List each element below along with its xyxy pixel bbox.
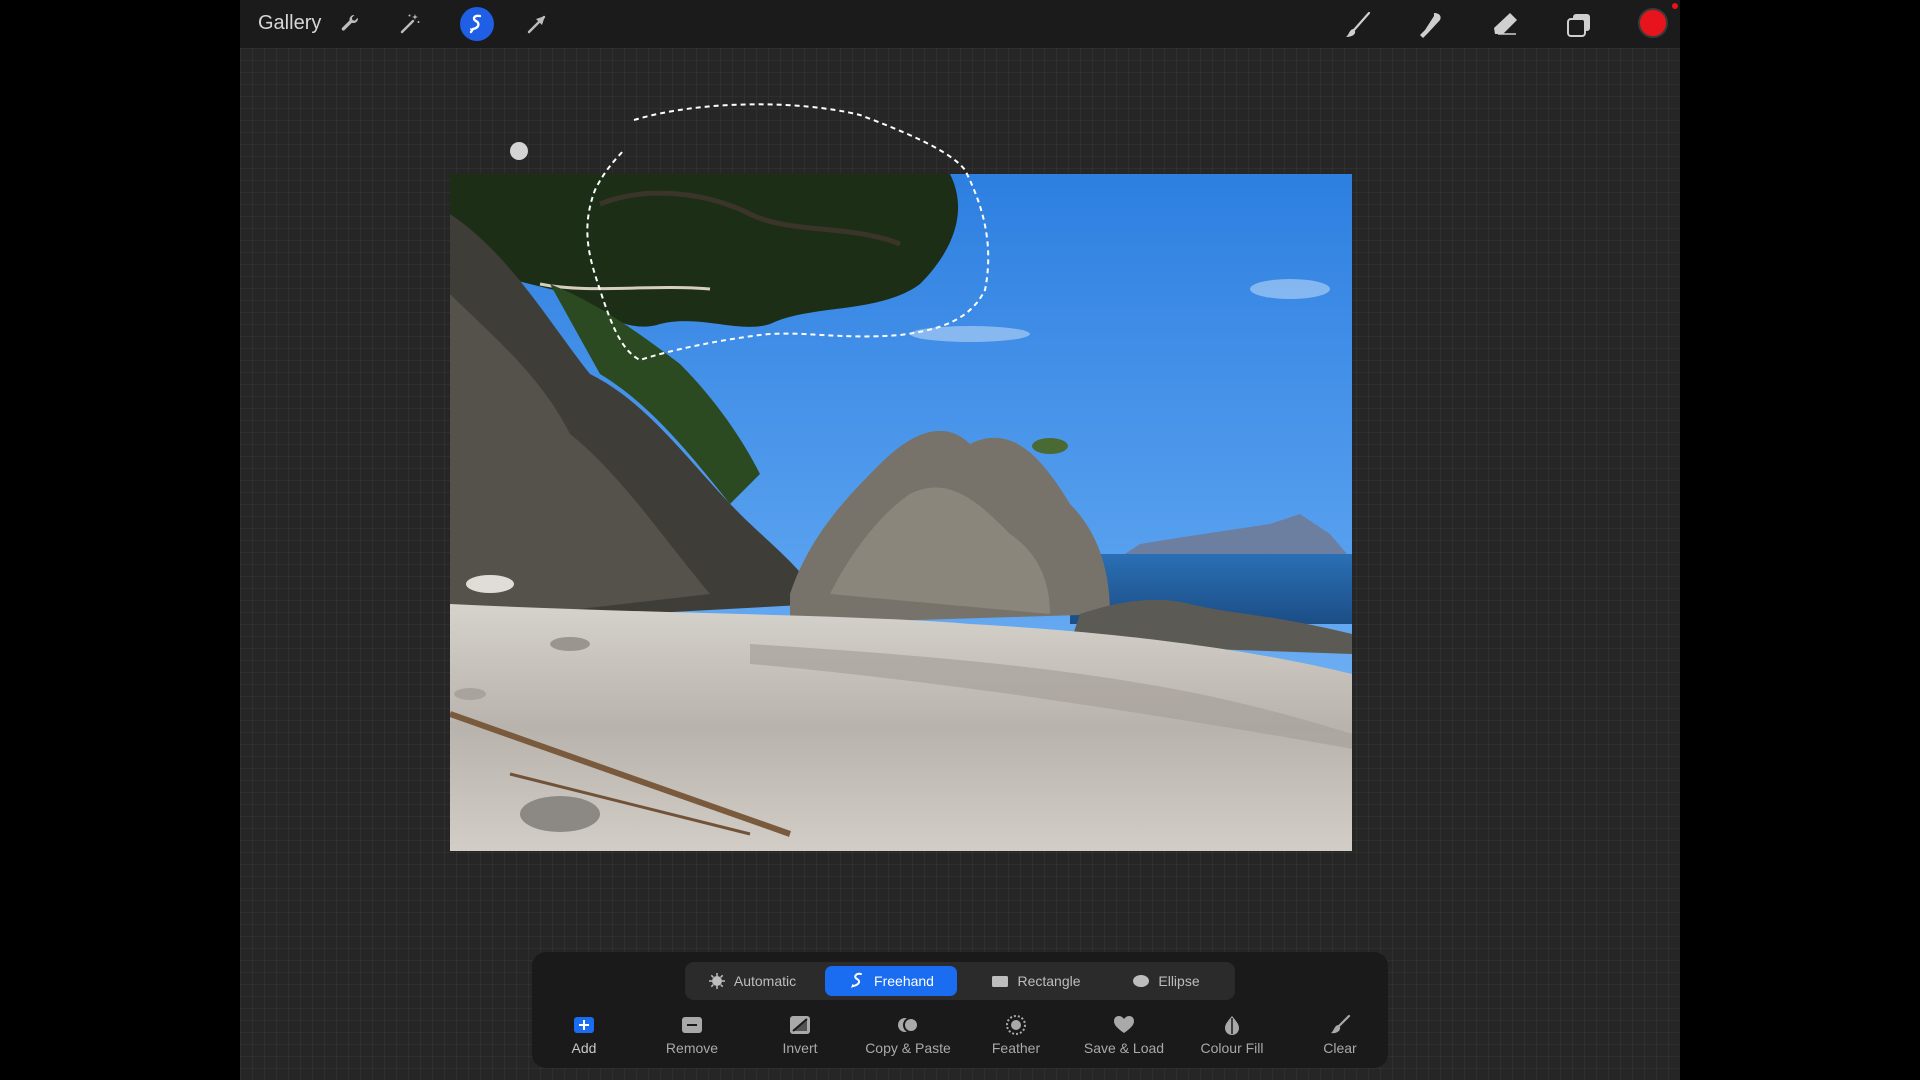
ellipse-icon bbox=[1133, 975, 1150, 987]
mode-freehand-label: Freehand bbox=[874, 973, 934, 989]
heart-icon bbox=[1114, 1016, 1134, 1033]
clear-button[interactable]: Clear bbox=[1290, 1014, 1390, 1062]
feather-button[interactable]: Feather bbox=[966, 1014, 1066, 1062]
selection-mode-segmented: Automatic Freehand Rectangle Ellipse bbox=[685, 962, 1235, 1000]
copy-paste-label: Copy & Paste bbox=[865, 1040, 951, 1056]
add-label: Add bbox=[571, 1040, 597, 1056]
procreate-screen: Gallery Automatic Freehand Rectangle Ell… bbox=[240, 0, 1680, 1080]
color-indicator-dot bbox=[1672, 3, 1678, 9]
mode-ellipse-label: Ellipse bbox=[1158, 973, 1200, 989]
rectangle-icon bbox=[992, 976, 1009, 987]
save-load-button[interactable]: Save & Load bbox=[1074, 1014, 1174, 1062]
wrench-icon[interactable] bbox=[334, 8, 366, 40]
selection-start-handle bbox=[510, 142, 528, 160]
top-toolbar: Gallery bbox=[240, 0, 1680, 48]
remove-button[interactable]: Remove bbox=[642, 1014, 742, 1062]
colour-fill-icon bbox=[1225, 1016, 1239, 1035]
invert-icon bbox=[790, 1016, 810, 1034]
copy-paste-button[interactable]: Copy & Paste bbox=[858, 1014, 958, 1062]
invert-button[interactable]: Invert bbox=[750, 1014, 850, 1062]
automatic-icon bbox=[708, 973, 725, 989]
mode-automatic-label: Automatic bbox=[733, 973, 797, 989]
mode-ellipse[interactable]: Ellipse bbox=[1111, 966, 1221, 996]
magic-wand-icon[interactable] bbox=[394, 8, 426, 40]
smudge-icon[interactable] bbox=[1413, 8, 1447, 42]
selection-icon[interactable] bbox=[460, 7, 494, 41]
add-icon bbox=[574, 1017, 594, 1033]
colour-fill-button[interactable]: Colour Fill bbox=[1182, 1014, 1282, 1062]
freehand-icon bbox=[851, 972, 863, 988]
brush-icon[interactable] bbox=[1341, 8, 1375, 42]
colour-fill-label: Colour Fill bbox=[1200, 1040, 1264, 1056]
clear-label: Clear bbox=[1323, 1040, 1357, 1056]
canvas-artwork[interactable] bbox=[450, 174, 1352, 851]
remove-label: Remove bbox=[665, 1040, 719, 1056]
beach-photo bbox=[450, 174, 1352, 851]
selection-toolbar: Automatic Freehand Rectangle Ellipse Add… bbox=[532, 952, 1388, 1068]
mode-rectangle-label: Rectangle bbox=[1017, 973, 1081, 989]
mode-automatic[interactable]: Automatic bbox=[693, 966, 811, 996]
remove-icon bbox=[682, 1017, 702, 1033]
current-color-swatch[interactable] bbox=[1638, 8, 1668, 38]
copy-paste-icon bbox=[898, 1017, 919, 1033]
layers-icon[interactable] bbox=[1562, 8, 1596, 42]
clear-brush-icon bbox=[1331, 1014, 1351, 1034]
mode-freehand[interactable]: Freehand bbox=[825, 966, 957, 996]
add-button[interactable]: Add bbox=[534, 1014, 634, 1062]
save-load-label: Save & Load bbox=[1083, 1040, 1165, 1056]
gallery-button[interactable]: Gallery bbox=[258, 12, 321, 35]
mode-rectangle[interactable]: Rectangle bbox=[977, 966, 1095, 996]
eraser-icon[interactable] bbox=[1488, 8, 1522, 42]
feather-icon bbox=[1006, 1015, 1026, 1035]
invert-label: Invert bbox=[782, 1040, 818, 1056]
transform-arrow-icon[interactable] bbox=[521, 8, 553, 40]
feather-label: Feather bbox=[991, 1040, 1041, 1056]
